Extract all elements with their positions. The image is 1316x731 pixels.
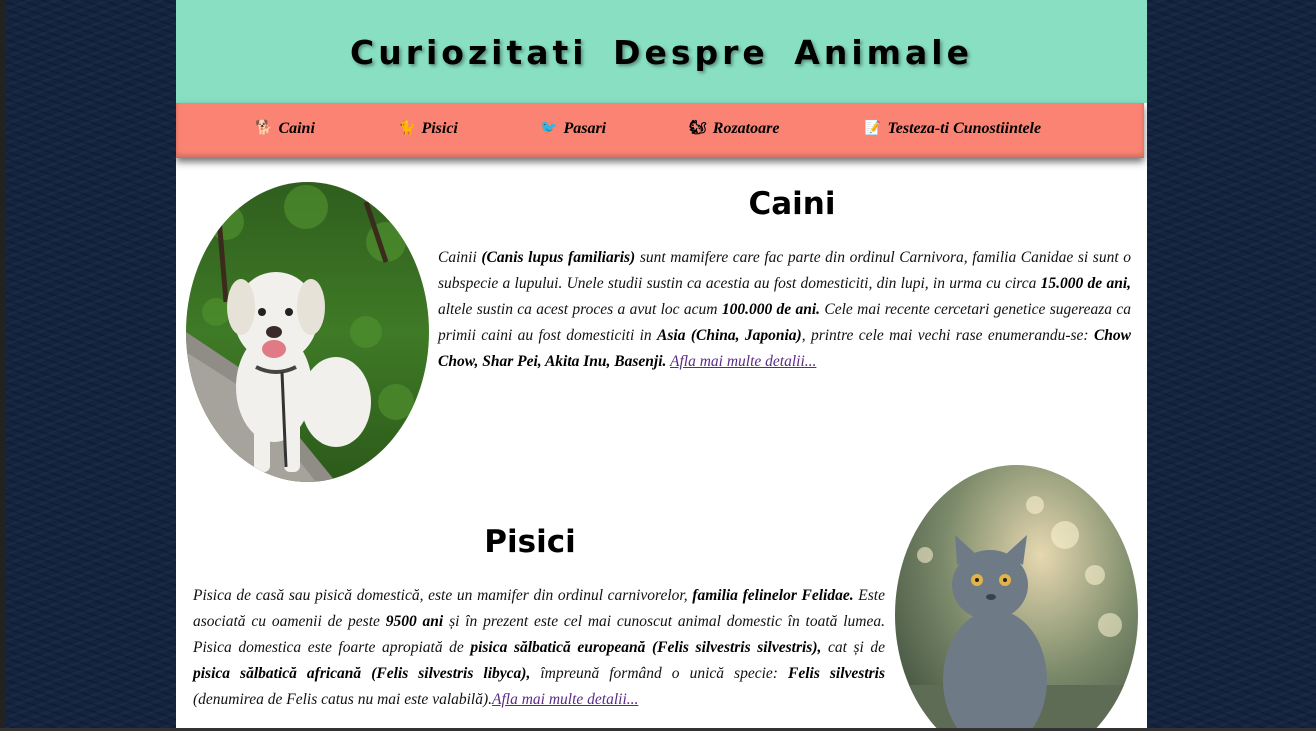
pisici-bold-5: Felis silvestris [787, 665, 885, 682]
nav-label-rozatoare: Rozatoare [712, 120, 780, 137]
caini-paragraph: Cainii (Canis lupus familiaris) sunt mam… [438, 245, 1131, 375]
pisici-title: Pisici [484, 524, 576, 560]
dog-image [186, 182, 429, 482]
pisici-text-6: (denumirea de Felis catus nu mai este va… [193, 691, 493, 708]
caini-text-1: Cainii [438, 249, 482, 266]
nav-item-test[interactable]: 📝 Testeza-ti Cunostiintele [864, 120, 1041, 138]
squirrel-icon: 🐿 [689, 121, 707, 136]
caini-bold-2: 15.000 de ani, [1040, 275, 1131, 292]
caini-title: Caini [748, 186, 836, 222]
nav-item-rozatoare[interactable]: 🐿 Rozatoare [689, 120, 779, 138]
nav-item-caini[interactable]: 🐕 Caini [255, 120, 315, 138]
page-container: Curiozitati Despre Animale 🐕 Caini 🐈 Pis… [176, 0, 1147, 731]
cat-icon: 🐈 [398, 121, 416, 136]
pisici-more-link[interactable]: Afla mai multe detalii... [492, 691, 638, 708]
window-left-edge [0, 0, 6, 731]
nav-label-pasari: Pasari [563, 120, 607, 137]
caini-text-5: , printre cele mai vechi rase enumerandu… [801, 327, 1094, 344]
nav-label-test: Testeza-ti Cunostiintele [887, 120, 1042, 137]
pisici-bold-1: familia felinelor Felidae. [692, 587, 854, 604]
pisici-text-1: Pisica de casă sau pisică domestică, est… [193, 587, 693, 604]
caini-bold-1: (Canis lupus familiaris) [481, 249, 636, 266]
quiz-icon: 📝 [864, 121, 882, 136]
nav-label-pisici: Pisici [421, 120, 458, 137]
main-nav: 🐕 Caini 🐈 Pisici 🐦 Pasari 🐿 Rozatoare 📝 … [176, 103, 1144, 158]
bird-icon: 🐦 [540, 121, 558, 136]
caini-bold-3: 100.000 de ani. [721, 301, 821, 318]
site-header: Curiozitati Despre Animale [176, 0, 1147, 103]
pisici-bold-4: pisica sălbatică africană (Felis silvest… [193, 665, 531, 682]
cat-image [895, 465, 1138, 731]
caini-text-3: altele sustin ca acest proces a avut loc… [438, 301, 722, 318]
pisici-text-4: cat și de [821, 639, 885, 656]
dog-icon: 🐕 [255, 121, 273, 136]
nav-item-pasari[interactable]: 🐦 Pasari [540, 120, 606, 138]
caini-bold-4: Asia (China, Japonia) [657, 327, 802, 344]
pisici-bold-2: 9500 ani [385, 613, 444, 630]
pisici-paragraph: Pisica de casă sau pisică domestică, est… [193, 583, 885, 713]
nav-item-pisici[interactable]: 🐈 Pisici [398, 120, 458, 138]
caini-more-link[interactable]: Afla mai multe detalii... [670, 353, 816, 370]
nav-label-caini: Caini [278, 120, 315, 137]
pisici-bold-3: pisica sălbatică europeană (Felis silves… [470, 639, 822, 656]
site-title: Curiozitati Despre Animale [350, 33, 973, 72]
pisici-text-5: împreună formând o unică specie: [530, 665, 788, 682]
